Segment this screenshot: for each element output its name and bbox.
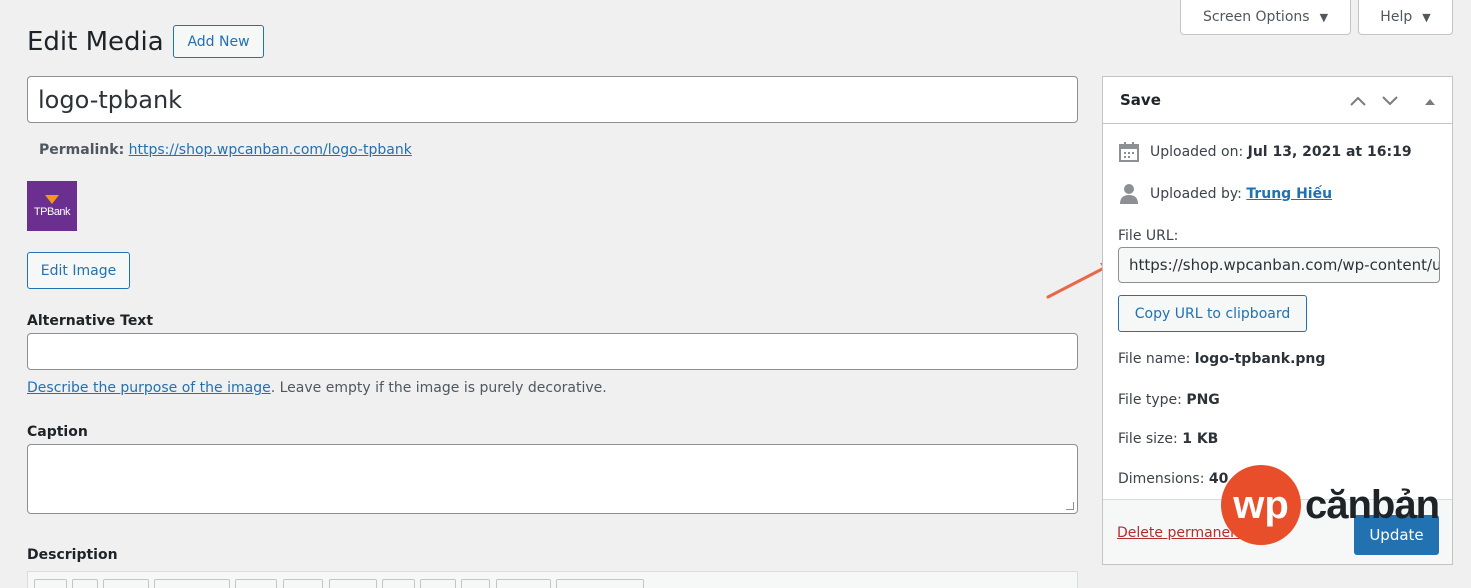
resize-handle-icon[interactable]: [1066, 502, 1074, 510]
caret-down-icon: ▼: [1319, 10, 1329, 24]
move-down-icon[interactable]: [1376, 87, 1404, 115]
file-name-value: logo-tpbank.png: [1194, 351, 1326, 367]
file-size-label: File size:: [1118, 431, 1178, 447]
screen-options-label: Screen Options: [1202, 9, 1310, 25]
watermark-logo: wp cănbản: [1221, 465, 1440, 545]
uploaded-on-row: Uploaded on: Jul 13, 2021 at 16:19: [1118, 141, 1412, 163]
edit-image-button[interactable]: Edit Image: [27, 252, 130, 289]
permalink: Permalink: https://shop.wpcanban.com/log…: [39, 140, 412, 160]
file-url-label: File URL:: [1118, 228, 1179, 244]
file-type-value: PNG: [1186, 392, 1220, 408]
toolbar-button[interactable]: [382, 579, 415, 588]
caption-label: Caption: [27, 424, 88, 440]
file-type-row: File type: PNG: [1118, 392, 1220, 408]
save-metabox-header: Save: [1103, 77, 1452, 124]
uploaded-on-label: Uploaded on:: [1150, 144, 1244, 160]
uploaded-by-label: Uploaded by:: [1150, 186, 1242, 202]
add-new-button[interactable]: Add New: [173, 25, 264, 58]
file-name-row: File name: logo-tpbank.png: [1118, 351, 1325, 367]
file-size-row: File size: 1 KB: [1118, 431, 1218, 447]
title-input[interactable]: logo-tpbank: [27, 76, 1078, 123]
alt-help-text: . Leave empty if the image is purely dec…: [270, 380, 607, 396]
watermark-text: cănbản: [1305, 482, 1440, 527]
uploaded-by-row: Uploaded by: Trung Hiếu: [1118, 183, 1332, 205]
thumbnail-logo-text: TPBank: [33, 205, 71, 218]
title-input-value: logo-tpbank: [38, 85, 183, 114]
file-name-label: File name:: [1118, 351, 1191, 367]
uploaded-on-value: Jul 13, 2021 at 16:19: [1247, 144, 1412, 160]
file-type-label: File type:: [1118, 392, 1182, 408]
description-label: Description: [27, 547, 118, 563]
user-icon: [1120, 184, 1138, 204]
toolbar-button[interactable]: [420, 579, 456, 588]
dimensions-label: Dimensions:: [1118, 471, 1205, 487]
move-up-icon[interactable]: [1344, 87, 1372, 115]
alt-text-help: Describe the purpose of the image. Leave…: [27, 380, 607, 396]
toolbar-button[interactable]: [103, 579, 149, 588]
tpbank-logo-icon: [45, 194, 59, 204]
toolbar-button[interactable]: [329, 579, 377, 588]
alt-text-label: Alternative Text: [27, 313, 154, 329]
page-title: Edit Media: [27, 27, 164, 57]
toolbar-button[interactable]: [34, 579, 67, 588]
uploaded-by-link[interactable]: Trung Hiếu: [1246, 186, 1332, 202]
toolbar-button[interactable]: [72, 579, 98, 588]
toolbar-button[interactable]: [556, 579, 644, 588]
toolbar-button[interactable]: [235, 579, 277, 588]
file-url-value: https://shop.wpcanban.com/wp-content/upl…: [1129, 256, 1440, 274]
screen-options-tab[interactable]: Screen Options ▼: [1180, 0, 1351, 35]
toolbar-button[interactable]: [461, 579, 490, 588]
copy-url-button[interactable]: Copy URL to clipboard: [1118, 295, 1307, 332]
caption-textarea[interactable]: [27, 444, 1078, 514]
help-tab[interactable]: Help ▼: [1358, 0, 1453, 35]
toolbar-button[interactable]: [496, 579, 551, 588]
media-thumbnail: TPBank: [27, 181, 77, 231]
alt-help-link[interactable]: Describe the purpose of the image: [27, 380, 271, 396]
editor-toolbar: [27, 571, 1078, 588]
calendar-icon: [1119, 142, 1139, 162]
permalink-link[interactable]: https://shop.wpcanban.com/logo-tpbank: [129, 142, 412, 158]
collapse-toggle-icon[interactable]: [1416, 87, 1444, 115]
toolbar-button[interactable]: [154, 579, 230, 588]
toolbar-button[interactable]: [283, 579, 323, 588]
watermark-circle: wp: [1221, 465, 1301, 545]
caret-down-icon: ▼: [1422, 10, 1431, 24]
file-url-input[interactable]: https://shop.wpcanban.com/wp-content/upl…: [1118, 247, 1440, 283]
permalink-label: Permalink:: [39, 142, 125, 158]
help-label: Help: [1380, 9, 1413, 25]
save-metabox-title: Save: [1120, 91, 1161, 109]
alt-text-input[interactable]: [27, 333, 1078, 370]
file-size-value: 1 KB: [1182, 431, 1219, 447]
